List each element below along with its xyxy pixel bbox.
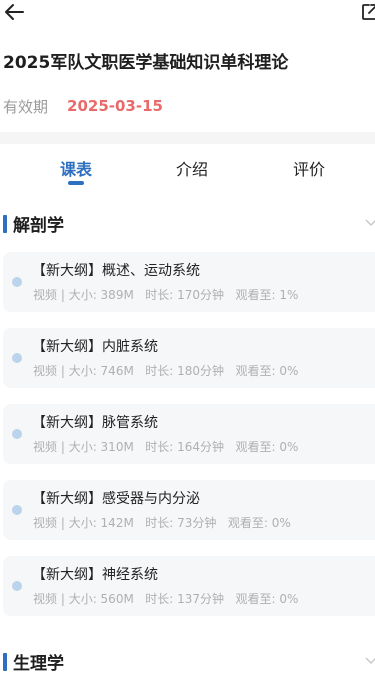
lesson-duration: 时长: 180分钟 xyxy=(145,364,225,378)
tab-intro[interactable]: 介绍 xyxy=(176,156,208,180)
lesson-title: 【新大纲】概述、运动系统 xyxy=(32,263,200,279)
status-dot xyxy=(12,505,22,515)
lesson-item[interactable]: 【新大纲】脉管系统 视频 | 大小: 310M 时长: 164分钟 观看至: 0… xyxy=(3,404,375,464)
lesson-title: 【新大纲】感受器与内分泌 xyxy=(32,491,200,507)
lesson-duration: 时长: 170分钟 xyxy=(145,288,225,302)
arrow-left-icon xyxy=(5,4,24,20)
lesson-duration: 时长: 73分钟 xyxy=(145,516,217,530)
lesson-meta: 视频 | 大小: 389M 时长: 170分钟 观看至: 1% xyxy=(33,286,298,303)
lesson-watched: 观看至: 1% xyxy=(235,288,299,302)
lesson-type: 视频 xyxy=(33,364,58,378)
section-title: 生理学 xyxy=(13,654,64,674)
lesson-type: 视频 xyxy=(33,592,58,606)
chevron-down-icon xyxy=(365,657,375,665)
validity-label: 有效期 xyxy=(3,97,49,116)
tab-active-indicator xyxy=(68,181,84,185)
lesson-size: 大小: 560M xyxy=(68,592,134,606)
section-header-physiology[interactable]: 生理学 xyxy=(0,649,375,677)
lesson-item[interactable]: 【新大纲】内脏系统 视频 | 大小: 746M 时长: 180分钟 观看至: 0… xyxy=(3,328,375,388)
lesson-meta: 视频 | 大小: 746M 时长: 180分钟 观看至: 0% xyxy=(33,362,298,379)
lesson-size: 大小: 142M xyxy=(68,516,134,530)
lesson-watched: 观看至: 0% xyxy=(227,516,291,530)
lesson-meta: 视频 | 大小: 560M 时长: 137分钟 观看至: 0% xyxy=(33,590,298,607)
status-dot xyxy=(12,277,22,287)
lesson-item[interactable]: 【新大纲】感受器与内分泌 视频 | 大小: 142M 时长: 73分钟 观看至:… xyxy=(3,480,375,540)
lesson-type: 视频 xyxy=(33,440,58,454)
lesson-title: 【新大纲】脉管系统 xyxy=(32,415,158,431)
lesson-item[interactable]: 【新大纲】神经系统 视频 | 大小: 560M 时长: 137分钟 观看至: 0… xyxy=(3,556,375,616)
tab-reviews[interactable]: 评价 xyxy=(293,156,325,180)
lesson-duration: 时长: 164分钟 xyxy=(145,440,225,454)
share-icon xyxy=(362,4,375,20)
lesson-watched: 观看至: 0% xyxy=(235,440,299,454)
lesson-title: 【新大纲】内脏系统 xyxy=(32,339,158,355)
lesson-watched: 观看至: 0% xyxy=(235,364,299,378)
lesson-type: 视频 xyxy=(33,516,58,530)
course-title: 2025军队文职医学基础知识单科理论 xyxy=(3,53,289,73)
course-detail-page: 2025军队文职医学基础知识单科理论 有效期 2025-03-15 课表 介绍 … xyxy=(0,0,375,685)
meta-separator: | xyxy=(57,288,69,302)
section-accent-bar xyxy=(3,215,7,233)
validity-row: 有效期 2025-03-15 xyxy=(3,95,163,117)
section-header-anatomy[interactable]: 解剖学 xyxy=(0,211,375,239)
validity-date: 2025-03-15 xyxy=(67,97,163,115)
section-divider xyxy=(0,132,375,144)
meta-separator: | xyxy=(57,516,69,530)
tab-bar: 课表 介绍 评价 xyxy=(0,144,375,188)
back-button[interactable] xyxy=(2,0,28,26)
share-button[interactable] xyxy=(360,2,375,22)
status-dot xyxy=(12,429,22,439)
lesson-size: 大小: 389M xyxy=(68,288,134,302)
tab-schedule[interactable]: 课表 xyxy=(60,156,92,180)
lesson-title: 【新大纲】神经系统 xyxy=(32,567,158,583)
meta-separator: | xyxy=(57,592,69,606)
chevron-down-icon xyxy=(365,219,375,227)
meta-separator: | xyxy=(57,364,69,378)
lesson-duration: 时长: 137分钟 xyxy=(145,592,225,606)
section-accent-bar xyxy=(3,653,7,671)
lesson-meta: 视频 | 大小: 310M 时长: 164分钟 观看至: 0% xyxy=(33,438,298,455)
lesson-meta: 视频 | 大小: 142M 时长: 73分钟 观看至: 0% xyxy=(33,514,291,531)
lesson-type: 视频 xyxy=(33,288,58,302)
section-title: 解剖学 xyxy=(13,216,64,236)
top-bar xyxy=(0,0,375,30)
status-dot xyxy=(12,581,22,591)
lesson-size: 大小: 746M xyxy=(68,364,134,378)
lesson-watched: 观看至: 0% xyxy=(235,592,299,606)
meta-separator: | xyxy=(57,440,69,454)
lesson-item[interactable]: 【新大纲】概述、运动系统 视频 | 大小: 389M 时长: 170分钟 观看至… xyxy=(3,252,375,312)
status-dot xyxy=(12,353,22,363)
lesson-size: 大小: 310M xyxy=(68,440,134,454)
